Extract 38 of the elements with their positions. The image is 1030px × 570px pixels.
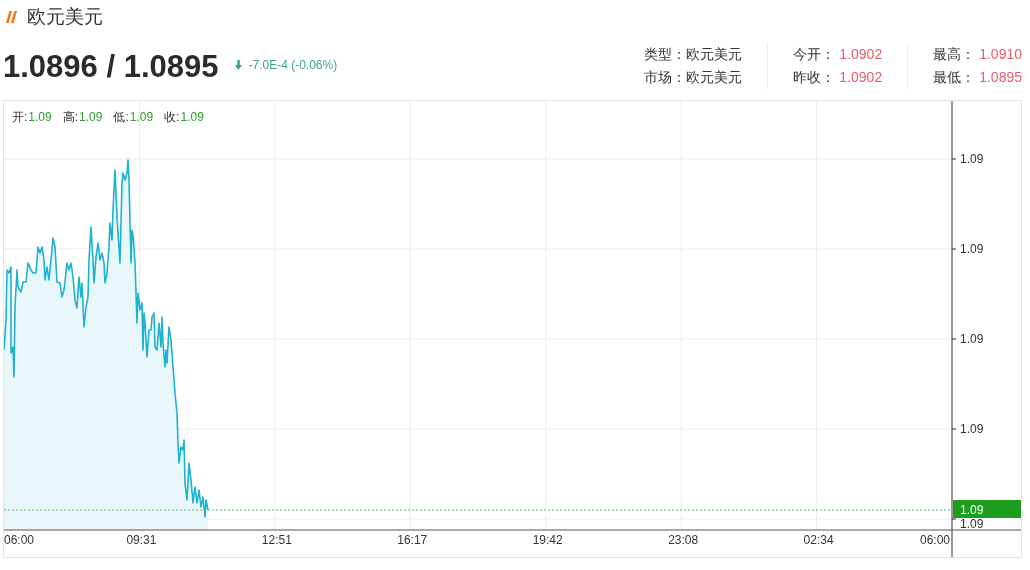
detail-label: 昨收： xyxy=(793,68,836,87)
ohlc-label: 高: xyxy=(62,109,79,125)
detail-label: 最高： xyxy=(933,45,976,64)
x-axis-label: 02:34 xyxy=(803,533,834,547)
current-price-label: 1.09 xyxy=(953,500,1021,518)
detail-label: 市场： xyxy=(644,68,687,87)
x-axis-label: 09:31 xyxy=(126,533,157,547)
y-axis-label: 1.09 xyxy=(960,517,984,531)
detail-value: 欧元美元 xyxy=(686,68,743,87)
detail-value: 1.0902 xyxy=(839,45,883,64)
ohlc-label: 低: xyxy=(113,109,129,125)
x-axis-label: 06:00 xyxy=(4,533,35,547)
detail-label: 今开： xyxy=(793,45,836,64)
page-title: 欧元美元 xyxy=(27,5,103,29)
quote-price: 1.0896 / 1.0895 xyxy=(3,49,219,85)
y-axis-label: 1.09 xyxy=(960,152,984,166)
ohlc-label: 收: xyxy=(164,109,180,125)
x-axis-label: 12:51 xyxy=(261,533,292,547)
ohlc-label: 开: xyxy=(12,109,28,125)
ohlc-value: 1.09 xyxy=(28,109,52,125)
ohlc-value: 1.09 xyxy=(129,109,154,125)
detail-label: 类型： xyxy=(644,45,687,64)
detail-label: 最低： xyxy=(933,68,976,87)
price-change: -7.0E-4 (-0.06%) xyxy=(248,57,338,73)
detail-value: 1.0910 xyxy=(979,45,1022,64)
logo-icon xyxy=(6,11,17,23)
detail-value: 1.0895 xyxy=(979,68,1022,87)
ohlc-value: 1.09 xyxy=(180,109,204,125)
y-axis-label: 1.09 xyxy=(960,242,984,256)
x-axis-label: 23:08 xyxy=(668,533,699,547)
y-axis-label: 1.09 xyxy=(960,332,984,346)
ohlc-value: 1.09 xyxy=(79,109,103,125)
y-axis-label: 1.09 xyxy=(960,422,984,436)
x-axis-label: 06:00 xyxy=(919,533,950,547)
x-axis-label: 16:17 xyxy=(397,533,428,547)
detail-value: 欧元美元 xyxy=(686,45,743,64)
x-axis-label: 19:42 xyxy=(532,533,563,547)
detail-value: 1.0902 xyxy=(839,68,883,87)
